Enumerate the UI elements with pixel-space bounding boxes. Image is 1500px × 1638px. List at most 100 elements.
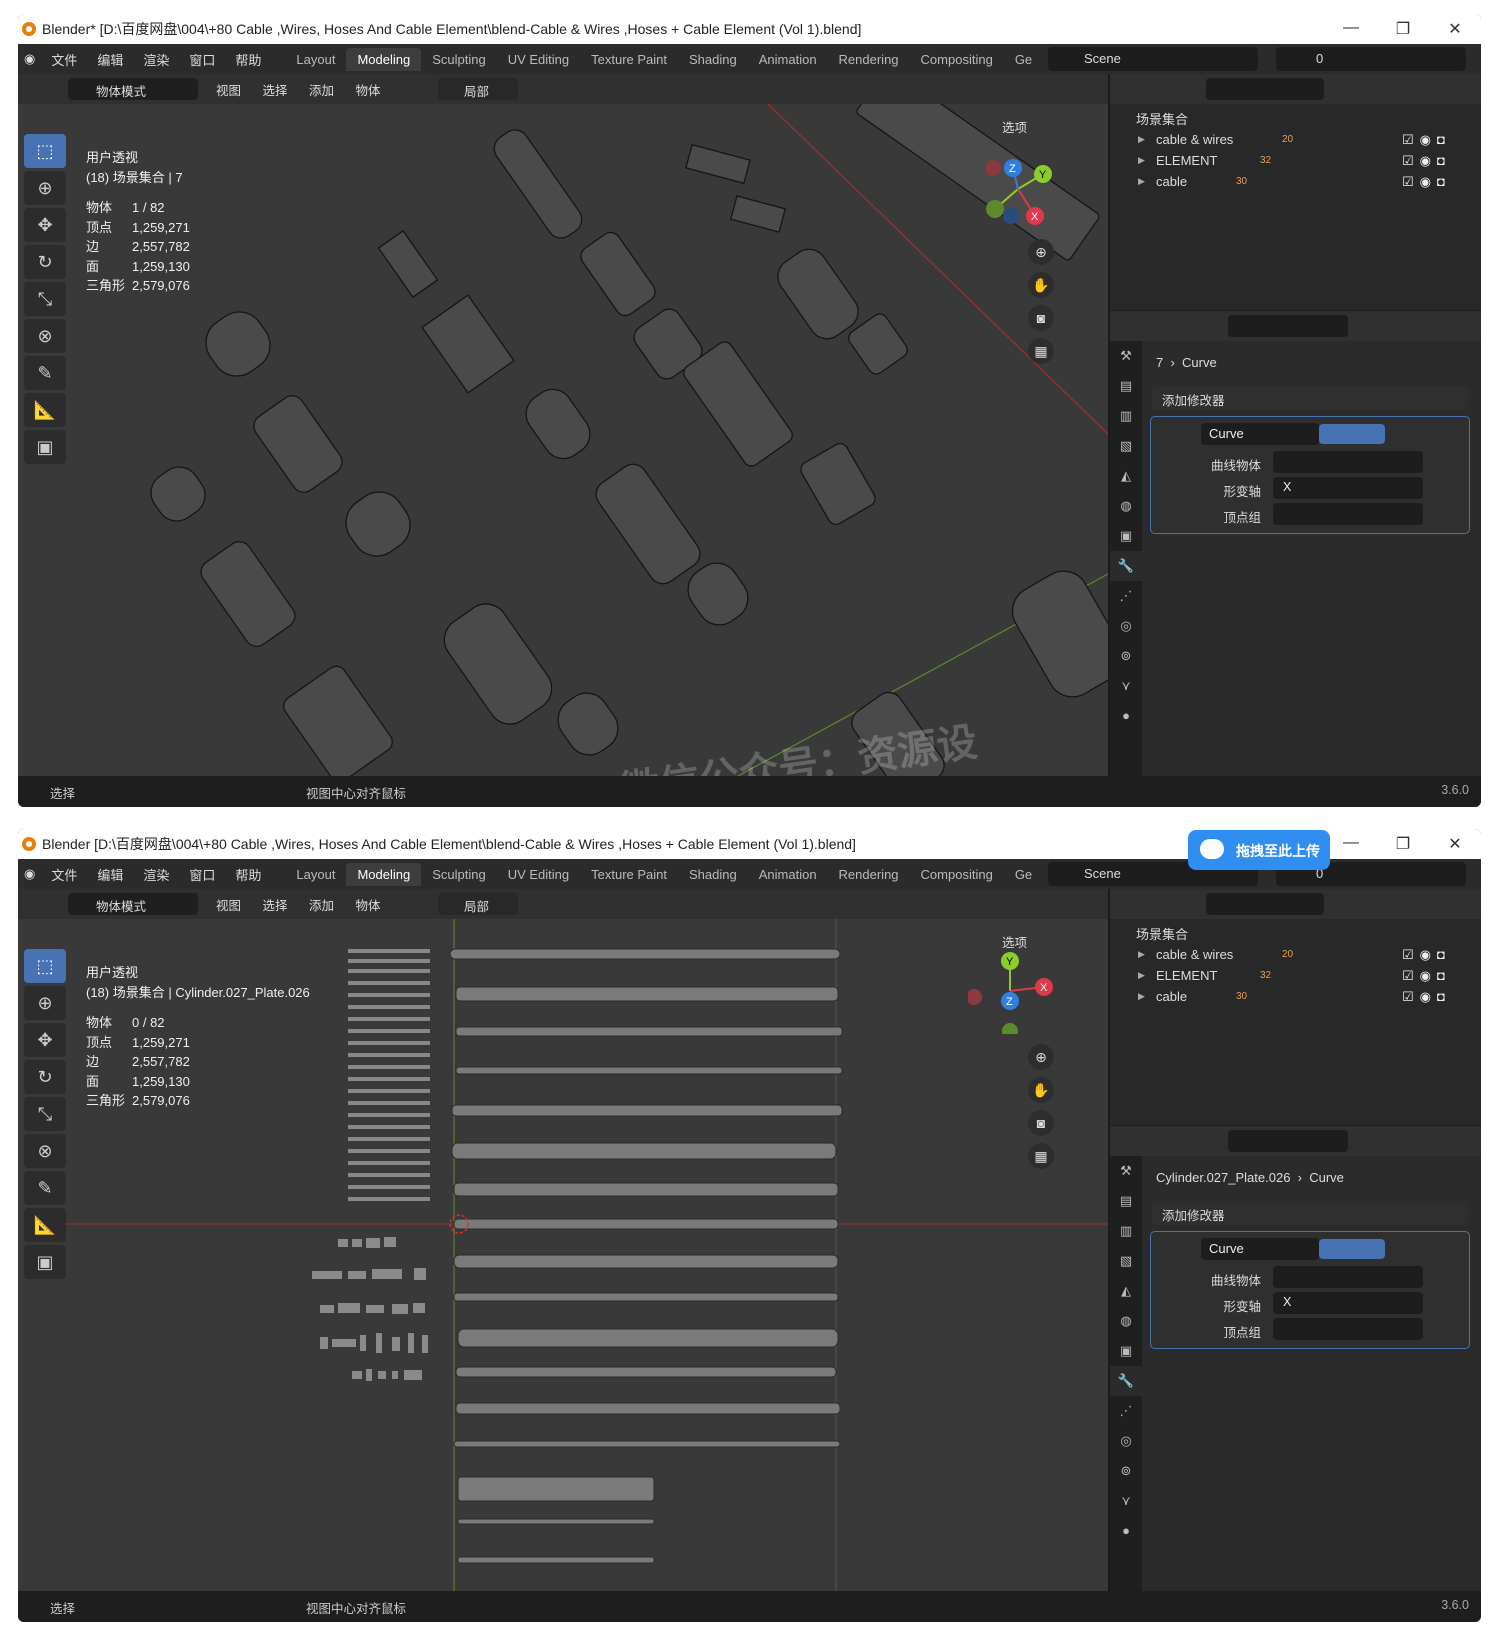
- move-tool[interactable]: ✥: [24, 208, 66, 242]
- modifier-display-toggles[interactable]: [1319, 424, 1385, 444]
- options-dropdown[interactable]: 选项: [1002, 929, 1058, 951]
- tab-rendering[interactable]: Rendering: [828, 863, 910, 886]
- menu-select[interactable]: 选择: [263, 84, 288, 98]
- options-dropdown[interactable]: 选项: [1002, 114, 1058, 136]
- menu-view[interactable]: 视图: [216, 899, 241, 913]
- grid-icon[interactable]: ▦: [1028, 338, 1054, 364]
- visibility-toggles[interactable]: ☑◉◘: [1402, 947, 1451, 963]
- modifier-display-toggles[interactable]: [1319, 1239, 1385, 1259]
- transform-tool[interactable]: ⊗: [24, 1134, 66, 1168]
- annotate-tool[interactable]: ✎: [24, 1171, 66, 1205]
- minimize-icon[interactable]: —: [1325, 834, 1377, 854]
- zoom-icon[interactable]: ⊕: [1028, 239, 1054, 265]
- visibility-toggles[interactable]: ☑◉◘: [1402, 153, 1451, 169]
- expand-arrow-icon[interactable]: ▶: [1138, 991, 1145, 1002]
- material-tab-icon[interactable]: ●: [1110, 701, 1142, 731]
- menu-help[interactable]: 帮助: [225, 865, 271, 884]
- menu-add[interactable]: 添加: [309, 84, 334, 98]
- rotate-tool[interactable]: ↻: [24, 245, 66, 279]
- menu-select[interactable]: 选择: [263, 899, 288, 913]
- tab-compositing[interactable]: Compositing: [910, 863, 1004, 886]
- properties-search-input[interactable]: [1228, 1130, 1348, 1152]
- pan-hand-icon[interactable]: ✋: [1028, 1077, 1054, 1103]
- scale-tool[interactable]: ⤡: [24, 1097, 66, 1131]
- outliner-collection[interactable]: ▶ cable & wires 20 ☑◉◘: [1110, 129, 1481, 150]
- menu-add[interactable]: 添加: [309, 899, 334, 913]
- physics-tab-icon[interactable]: ◎: [1110, 611, 1142, 641]
- cursor-tool[interactable]: ⊕: [24, 171, 66, 205]
- navigation-gizmo[interactable]: Y X Z: [968, 949, 1058, 1034]
- curve-object-field[interactable]: [1273, 1266, 1423, 1288]
- scene-tab-icon[interactable]: ◭: [1110, 1276, 1142, 1306]
- zoom-icon[interactable]: ⊕: [1028, 1044, 1054, 1070]
- menu-edit[interactable]: 编辑: [87, 50, 133, 69]
- curve-object-field[interactable]: [1273, 451, 1423, 473]
- expand-arrow-icon[interactable]: ▶: [1138, 134, 1145, 145]
- add-cube-tool[interactable]: ▣: [24, 1245, 66, 1279]
- visibility-toggles[interactable]: ☑◉◘: [1402, 968, 1451, 984]
- view-layer-tab-icon[interactable]: ▧: [1110, 1246, 1142, 1276]
- object-tab-icon[interactable]: ▣: [1110, 521, 1142, 551]
- navigation-gizmo[interactable]: Y Z X: [973, 154, 1063, 234]
- menu-render[interactable]: 渲染: [133, 865, 179, 884]
- outliner-root[interactable]: 场景集合: [1110, 108, 1481, 129]
- scene-tab-icon[interactable]: ◭: [1110, 461, 1142, 491]
- tab-texture-paint[interactable]: Texture Paint: [580, 48, 678, 71]
- tab-animation[interactable]: Animation: [748, 48, 828, 71]
- output-tab-icon[interactable]: ▥: [1110, 1216, 1142, 1246]
- outliner-collection[interactable]: ▶ cable 30 ☑◉◘: [1110, 986, 1481, 1007]
- vertex-group-field[interactable]: [1273, 503, 1423, 525]
- menu-file[interactable]: 文件: [41, 865, 87, 884]
- particles-tab-icon[interactable]: ⋰: [1110, 581, 1142, 611]
- blender-menu-icon[interactable]: ◉: [24, 51, 35, 67]
- tab-geometry[interactable]: Ge: [1004, 48, 1043, 71]
- annotate-tool[interactable]: ✎: [24, 356, 66, 390]
- particles-tab-icon[interactable]: ⋰: [1110, 1396, 1142, 1426]
- menu-edit[interactable]: 编辑: [87, 865, 133, 884]
- tab-sculpting[interactable]: Sculpting: [421, 48, 496, 71]
- expand-arrow-icon[interactable]: ▶: [1138, 176, 1145, 187]
- data-tab-icon[interactable]: ⋎: [1110, 671, 1142, 701]
- blender-menu-icon[interactable]: ◉: [24, 866, 35, 882]
- menu-file[interactable]: 文件: [41, 50, 87, 69]
- pan-hand-icon[interactable]: ✋: [1028, 272, 1054, 298]
- tab-animation[interactable]: Animation: [748, 863, 828, 886]
- tab-shading[interactable]: Shading: [678, 863, 748, 886]
- visibility-toggles[interactable]: ☑◉◘: [1402, 174, 1451, 190]
- outliner-search-input[interactable]: [1206, 78, 1324, 100]
- add-cube-tool[interactable]: ▣: [24, 430, 66, 464]
- scale-tool[interactable]: ⤡: [24, 282, 66, 316]
- menu-window[interactable]: 窗口: [179, 865, 225, 884]
- physics-tab-icon[interactable]: ◎: [1110, 1426, 1142, 1456]
- measure-tool[interactable]: 📐: [24, 1208, 66, 1242]
- menu-render[interactable]: 渲染: [133, 50, 179, 69]
- render-tab-icon[interactable]: ▤: [1110, 371, 1142, 401]
- outliner-collection[interactable]: ▶ ELEMENT 32 ☑◉◘: [1110, 150, 1481, 171]
- tool-tab-icon[interactable]: ⚒: [1110, 341, 1142, 371]
- properties-search-input[interactable]: [1228, 315, 1348, 337]
- mode-dropdown[interactable]: 物体模式: [68, 78, 198, 100]
- tab-compositing[interactable]: Compositing: [910, 48, 1004, 71]
- transform-tool[interactable]: ⊗: [24, 319, 66, 353]
- close-icon[interactable]: ✕: [1429, 19, 1481, 39]
- expand-arrow-icon[interactable]: ▶: [1138, 155, 1145, 166]
- modifier-name-input[interactable]: Curve: [1201, 423, 1319, 445]
- visibility-toggles[interactable]: ☑◉◘: [1402, 989, 1451, 1005]
- scene-selector[interactable]: Scene: [1048, 47, 1258, 71]
- output-tab-icon[interactable]: ▥: [1110, 401, 1142, 431]
- tab-geometry[interactable]: Ge: [1004, 863, 1043, 886]
- upload-button[interactable]: 拖拽至此上传: [1188, 830, 1330, 870]
- 3d-viewport[interactable]: ⬚ ⊕ ✥ ↻ ⤡ ⊗ ✎ 📐 ▣ 用户透视 (18) 场景集合 | Cylin…: [18, 919, 1108, 1591]
- tab-uv-editing[interactable]: UV Editing: [497, 48, 580, 71]
- rotate-tool[interactable]: ↻: [24, 1060, 66, 1094]
- menu-object[interactable]: 物体: [356, 84, 381, 98]
- outliner-root[interactable]: 场景集合: [1110, 923, 1481, 944]
- outliner-collection[interactable]: ▶ cable & wires 20 ☑◉◘: [1110, 944, 1481, 965]
- modifier-name-input[interactable]: Curve: [1201, 1238, 1319, 1260]
- tab-layout[interactable]: Layout: [285, 863, 346, 886]
- world-tab-icon[interactable]: ◍: [1110, 1306, 1142, 1336]
- object-tab-icon[interactable]: ▣: [1110, 1336, 1142, 1366]
- menu-help[interactable]: 帮助: [225, 50, 271, 69]
- view-layer-selector[interactable]: 0: [1276, 47, 1466, 71]
- expand-arrow-icon[interactable]: ▶: [1138, 970, 1145, 981]
